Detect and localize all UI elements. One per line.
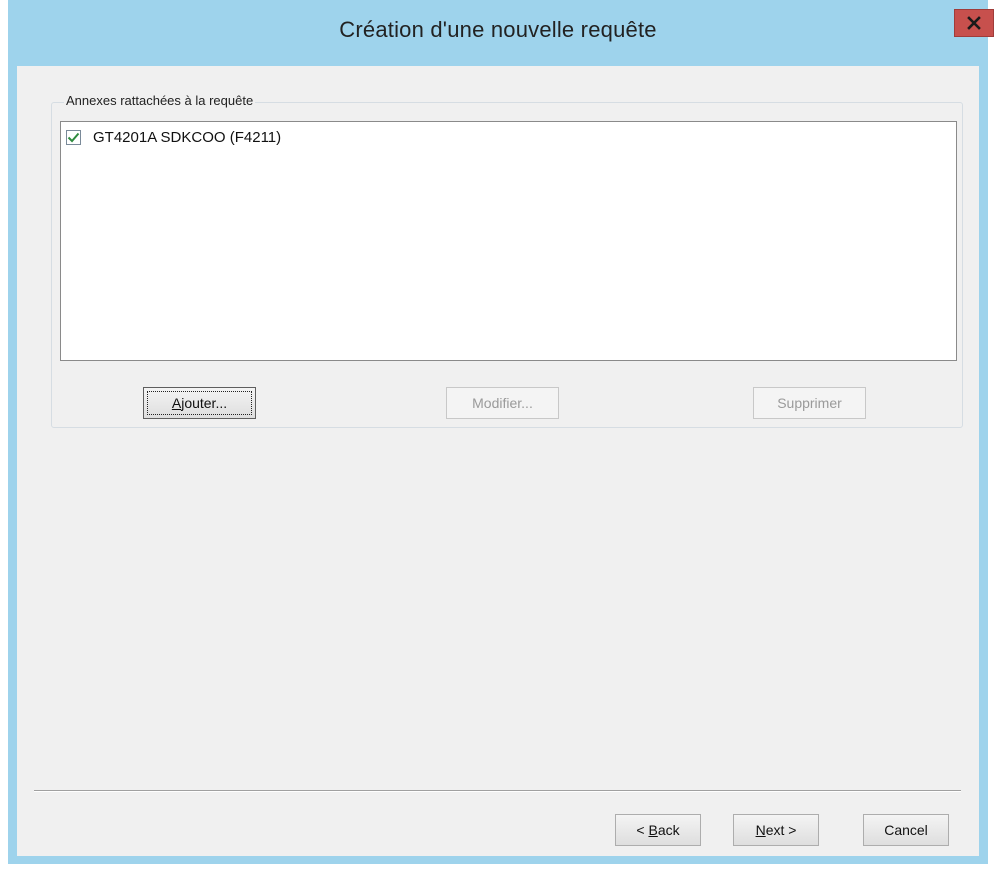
window-border-bottom bbox=[8, 856, 988, 864]
back-button[interactable]: < Back bbox=[615, 814, 701, 846]
cancel-button[interactable]: Cancel bbox=[863, 814, 949, 846]
title-bar[interactable]: Création d'une nouvelle requête bbox=[8, 0, 994, 66]
delete-button-label: Supprimer bbox=[777, 395, 842, 411]
window-border-right bbox=[979, 66, 988, 859]
modify-button[interactable]: Modifier... bbox=[446, 387, 559, 419]
attachments-group-label: Annexes rattachées à la requête bbox=[64, 93, 256, 108]
window-border-left bbox=[8, 66, 17, 859]
checkmark-icon bbox=[67, 132, 80, 143]
next-button-label: Next > bbox=[755, 822, 797, 838]
list-item[interactable]: GT4201A SDKCOO (F4211) bbox=[66, 129, 281, 146]
attachment-checkbox[interactable] bbox=[66, 130, 81, 145]
delete-button[interactable]: Supprimer bbox=[753, 387, 866, 419]
back-button-label: < Back bbox=[636, 822, 680, 838]
window-title: Création d'une nouvelle requête bbox=[339, 17, 657, 42]
cancel-button-label: Cancel bbox=[884, 822, 928, 838]
focus-rect bbox=[147, 391, 252, 415]
modify-button-label: Modifier... bbox=[472, 395, 533, 411]
close-icon bbox=[967, 16, 981, 30]
next-button[interactable]: Next > bbox=[733, 814, 819, 846]
attachments-listbox[interactable]: GT4201A SDKCOO (F4211) bbox=[60, 121, 957, 361]
footer-separator bbox=[34, 790, 961, 792]
close-button[interactable] bbox=[954, 9, 994, 37]
add-button[interactable]: Ajouter... bbox=[143, 387, 256, 419]
dialog-window: Création d'une nouvelle requête Annexes … bbox=[0, 0, 994, 869]
attachment-label: GT4201A SDKCOO (F4211) bbox=[93, 129, 282, 146]
client-area: Annexes rattachées à la requête GT4201A … bbox=[17, 66, 979, 856]
